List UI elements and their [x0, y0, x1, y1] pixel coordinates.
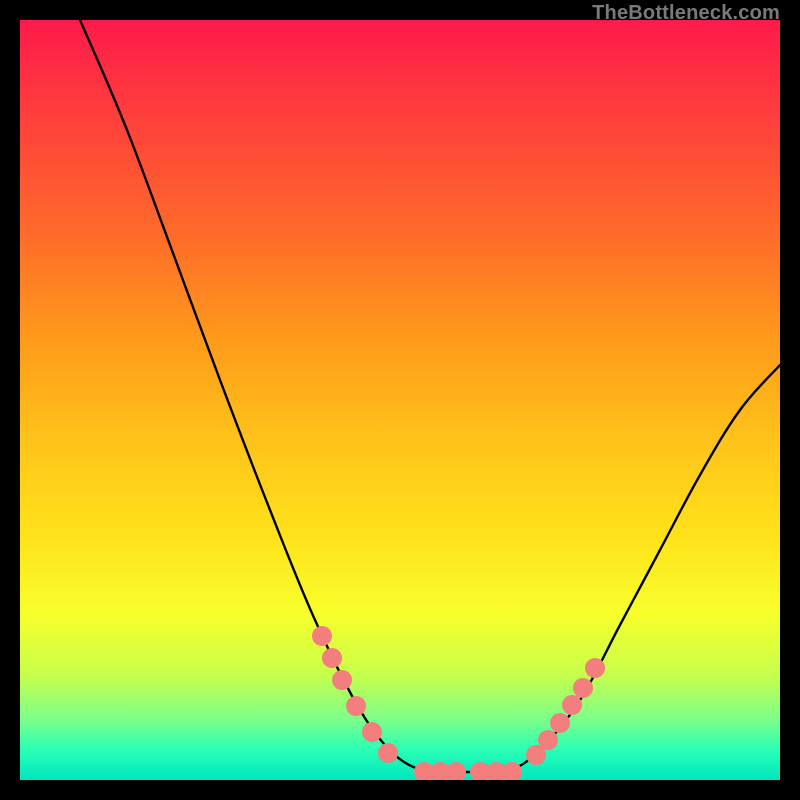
highlight-marker [332, 670, 352, 690]
highlight-marker [562, 695, 582, 715]
highlight-marker [312, 626, 332, 646]
highlight-marker [322, 648, 342, 668]
chart-frame: TheBottleneck.com [0, 0, 800, 800]
highlight-markers [312, 626, 605, 780]
highlight-marker [502, 762, 522, 780]
highlight-marker [346, 696, 366, 716]
highlight-marker [538, 730, 558, 750]
highlight-marker [446, 762, 466, 780]
bottleneck-curve [80, 20, 780, 772]
chart-svg [20, 20, 780, 780]
highlight-marker [550, 713, 570, 733]
watermark-text: TheBottleneck.com [592, 2, 780, 25]
highlight-marker [378, 743, 398, 763]
highlight-marker [585, 658, 605, 678]
highlight-marker [573, 678, 593, 698]
curve-segment [510, 365, 780, 772]
highlight-marker [362, 722, 382, 742]
curve-segment [80, 20, 425, 772]
chart-plot-area [20, 20, 780, 780]
